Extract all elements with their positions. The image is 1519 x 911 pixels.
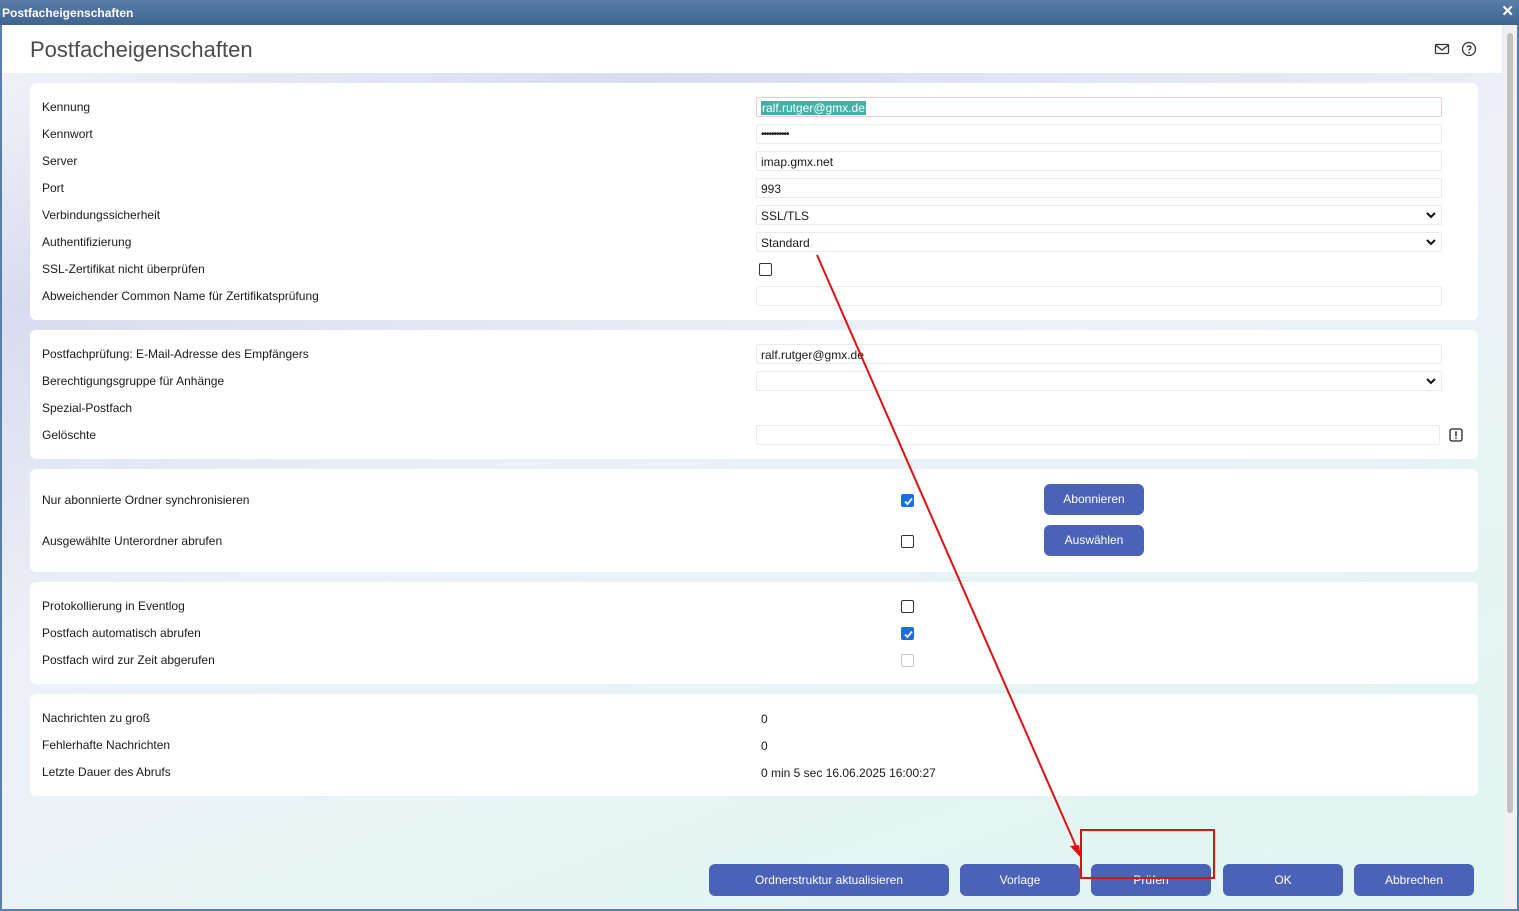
chevron-down-icon [1426, 378, 1436, 385]
zu-gross-label: Nachrichten zu groß [42, 711, 151, 725]
vertical-scrollbar[interactable] [1504, 25, 1516, 909]
account-panel: Kennung ralf.rutger@gmx.de Kennwort ••••… [30, 83, 1478, 320]
ordnerstruktur-button[interactable]: Ordnerstruktur aktualisieren [709, 864, 949, 896]
port-label: Port [42, 181, 65, 195]
geloeschte-input[interactable] [756, 425, 1440, 445]
port-input[interactable]: 993 [756, 178, 1442, 198]
abonnierte-ordner-checkbox[interactable] [901, 494, 914, 507]
fehlerhafte-value: 0 [761, 739, 768, 753]
server-label: Server [42, 154, 78, 168]
window-title: Postfacheigenschaften [2, 6, 134, 20]
kennwort-label: Kennwort [42, 127, 93, 141]
letzte-dauer-value: 0 min 5 sec 16.06.2025 16:00:27 [761, 766, 936, 780]
letzte-dauer-label: Letzte Dauer des Abrufs [42, 765, 171, 779]
fehlerhafte-label: Fehlerhafte Nachrichten [42, 738, 171, 752]
abonnieren-button[interactable]: Abonnieren [1044, 484, 1144, 515]
spezial-postfach-heading: Spezial-Postfach [42, 401, 133, 415]
berechtigungsgruppe-label: Berechtigungsgruppe für Anhänge [42, 374, 225, 388]
close-icon[interactable]: ✕ [1501, 4, 1514, 19]
unterordner-checkbox[interactable] [901, 535, 914, 548]
stats-panel: Nachrichten zu groß 0 Fehlerhafte Nachri… [30, 694, 1478, 796]
berechtigungsgruppe-select[interactable] [756, 371, 1442, 391]
kennung-input[interactable]: ralf.rutger@gmx.de [756, 97, 1442, 117]
unterordner-label: Ausgewählte Unterordner abrufen [42, 534, 223, 548]
chevron-down-icon [1426, 239, 1436, 246]
wird-abgerufen-checkbox [901, 654, 914, 667]
zu-gross-value: 0 [761, 712, 768, 726]
authentifizierung-select[interactable]: Standard [756, 232, 1442, 252]
verbindungssicherheit-select[interactable]: SSL/TLS [756, 205, 1442, 225]
warning-icon[interactable] [1449, 428, 1463, 442]
dialog-body: Postfacheigenschaften Kennung ralf.rutge… [0, 25, 1519, 911]
geloeschte-label: Gelöschte [42, 428, 97, 442]
vorlage-button[interactable]: Vorlage [960, 864, 1080, 896]
authentifizierung-label: Authentifizierung [42, 235, 132, 249]
eventlog-checkbox[interactable] [901, 600, 914, 613]
kennwort-input[interactable]: ••••••••••• [756, 124, 1442, 144]
empfaenger-label: Postfachprüfung: E-Mail-Adresse des Empf… [42, 347, 309, 361]
eventlog-label: Protokollierung in Eventlog [42, 599, 185, 613]
common-name-input[interactable] [756, 286, 1442, 306]
server-input[interactable]: imap.gmx.net [756, 151, 1442, 171]
abbrechen-button[interactable]: Abbrechen [1354, 864, 1474, 896]
common-name-label: Abweichender Common Name für Zertifikats… [42, 289, 319, 303]
ok-button[interactable]: OK [1223, 864, 1343, 896]
help-icon[interactable] [1461, 41, 1477, 57]
wird-abgerufen-label: Postfach wird zur Zeit abgerufen [42, 653, 215, 667]
authentifizierung-value: Standard [761, 236, 810, 250]
dialog-header: Postfacheigenschaften [2, 25, 1502, 73]
auto-abrufen-label: Postfach automatisch abrufen [42, 626, 201, 640]
verbindungssicherheit-label: Verbindungssicherheit [42, 208, 161, 222]
chevron-down-icon [1426, 212, 1436, 219]
ssl-check-label: SSL-Zertifikat nicht überprüfen [42, 262, 205, 276]
empfaenger-input[interactable]: ralf.rutger@gmx.de [756, 344, 1442, 364]
kennung-value: ralf.rutger@gmx.de [761, 101, 866, 115]
abonnierte-ordner-label: Nur abonnierte Ordner synchronisieren [42, 493, 250, 507]
window-titlebar: Postfacheigenschaften ✕ [0, 0, 1519, 25]
scrollbar-thumb[interactable] [1507, 33, 1513, 813]
kennung-label: Kennung [42, 100, 91, 114]
mail-icon[interactable] [1434, 41, 1450, 57]
page-title: Postfacheigenschaften [30, 37, 253, 62]
verbindungssicherheit-value: SSL/TLS [761, 209, 810, 223]
logging-panel: Protokollierung in Eventlog Postfach aut… [30, 582, 1478, 684]
auswaehlen-button[interactable]: Auswählen [1044, 525, 1144, 556]
folders-panel: Nur abonnierte Ordner synchronisieren Ab… [30, 469, 1478, 572]
auto-abrufen-checkbox[interactable] [901, 627, 914, 640]
annotation-highlight-box [1080, 829, 1215, 879]
check-panel: Postfachprüfung: E-Mail-Adresse des Empf… [30, 330, 1478, 459]
ssl-check-checkbox[interactable] [759, 263, 772, 276]
